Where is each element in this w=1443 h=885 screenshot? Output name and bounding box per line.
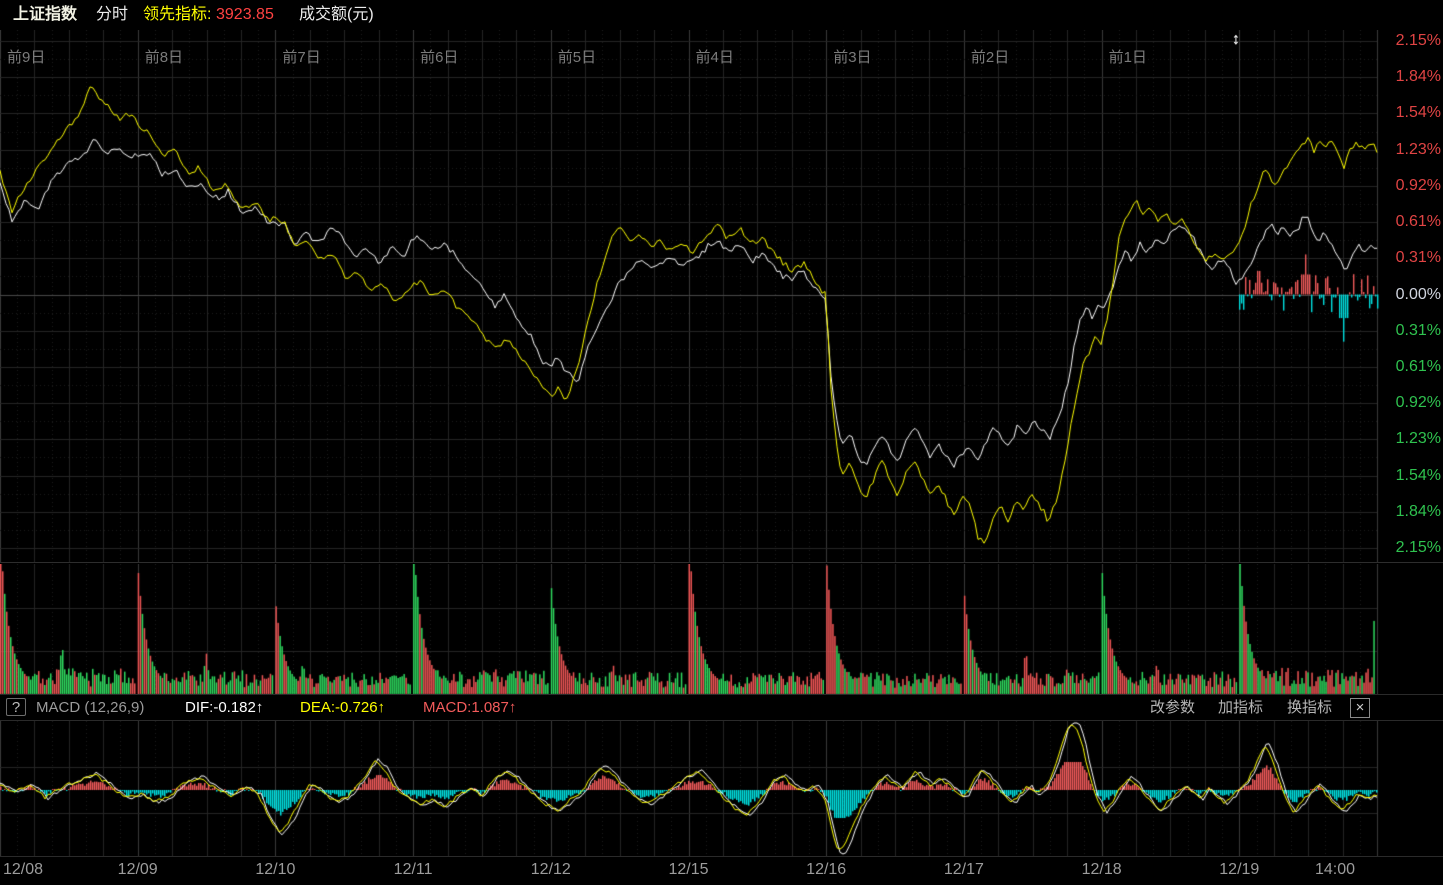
time-axis-label: 12/17: [944, 861, 984, 879]
day-label-top: 前4日: [696, 46, 734, 67]
volume-chart-canvas[interactable]: [0, 564, 1443, 695]
percent-axis-label: 1.54%: [1379, 104, 1441, 122]
time-axis-label: 12/08: [3, 861, 43, 879]
dif-value: DIF:-0.182↑: [185, 695, 263, 720]
lead-indicator-value: 3923.85: [216, 0, 274, 30]
time-axis-label: 12/09: [118, 861, 158, 879]
day-label-top: 前7日: [282, 46, 320, 67]
percent-axis-label: 0.31%: [1379, 322, 1441, 340]
time-axis-label: 14:00: [1315, 861, 1355, 879]
percent-axis-label: 2.15%: [1379, 539, 1441, 557]
day-label-top: 前6日: [420, 46, 458, 67]
stock-chart-app: 上证指数 分时 领先指标: 3923.85 成交额(元) 前9日 前8日 前7日 前6…: [0, 0, 1443, 885]
indicator-button-switch-indicator[interactable]: 换指标: [1287, 695, 1332, 720]
time-axis-label: 12/11: [394, 861, 433, 879]
chart-header: 上证指数 分时 领先指标: 3923.85 成交额(元): [0, 0, 1443, 30]
dea-value: DEA:-0.726↑: [300, 695, 385, 720]
main-chart-pane: 前9日 前8日 前7日 前6日 前5日 前4日 前3日 前2日 前1日 2.15% 1.84% 1.…: [0, 30, 1443, 563]
index-name[interactable]: 上证指数: [13, 0, 77, 30]
time-axis: 12/08 12/09 12/10 12/11 12/12 12/15 12/16 12/17…: [0, 856, 1443, 885]
volume-pane: [0, 562, 1443, 694]
chart-mode-label[interactable]: 分时: [96, 0, 128, 30]
day-label-top: 前1日: [1109, 46, 1147, 67]
day-label-top: 前5日: [558, 46, 596, 67]
macd-chart-canvas[interactable]: [0, 721, 1443, 856]
day-label-top: 前9日: [7, 46, 45, 67]
day-label-top: 前8日: [145, 46, 183, 67]
percent-axis-label: 1.84%: [1379, 68, 1441, 86]
percent-axis-label: 0.00%: [1379, 286, 1441, 304]
close-indicator-button[interactable]: ×: [1350, 698, 1370, 718]
percent-axis-label: 1.84%: [1379, 503, 1441, 521]
day-label-top: 前3日: [833, 46, 871, 67]
percent-axis-label: 1.23%: [1379, 141, 1441, 159]
percent-axis-label: 0.61%: [1379, 358, 1441, 376]
indicator-toolbar: ? MACD (12,26,9) DIF:-0.182↑ DEA:-0.726↑…: [0, 694, 1443, 721]
turnover-label: 成交额(元): [299, 0, 374, 30]
percent-axis-label: 0.92%: [1379, 177, 1441, 195]
time-axis-label: 12/15: [668, 861, 708, 879]
time-axis-label: 12/19: [1219, 861, 1259, 879]
percent-axis-label: 1.54%: [1379, 467, 1441, 485]
day-label-top: 前2日: [971, 46, 1009, 67]
vertical-resize-cursor-icon: ↕: [1232, 31, 1240, 49]
macd-value: MACD:1.087↑: [423, 695, 516, 720]
time-axis-label: 12/10: [255, 861, 295, 879]
price-chart-canvas[interactable]: [0, 30, 1443, 563]
percent-axis-label: 0.31%: [1379, 249, 1441, 267]
help-button[interactable]: ?: [6, 698, 26, 716]
percent-axis-label: 1.23%: [1379, 430, 1441, 448]
indicator-title[interactable]: MACD (12,26,9): [36, 695, 144, 720]
time-axis-label: 12/12: [531, 861, 571, 879]
time-axis-label: 12/16: [806, 861, 846, 879]
percent-axis-label: 2.15%: [1379, 32, 1441, 50]
macd-pane: [0, 721, 1443, 856]
percent-axis-label: 0.61%: [1379, 213, 1441, 231]
indicator-button-add-indicator[interactable]: 加指标: [1218, 695, 1263, 720]
percent-axis-label: 0.92%: [1379, 394, 1441, 412]
indicator-button-change-params[interactable]: 改参数: [1150, 695, 1195, 720]
lead-indicator-label: 领先指标:: [143, 0, 211, 30]
time-axis-label: 12/18: [1082, 861, 1122, 879]
